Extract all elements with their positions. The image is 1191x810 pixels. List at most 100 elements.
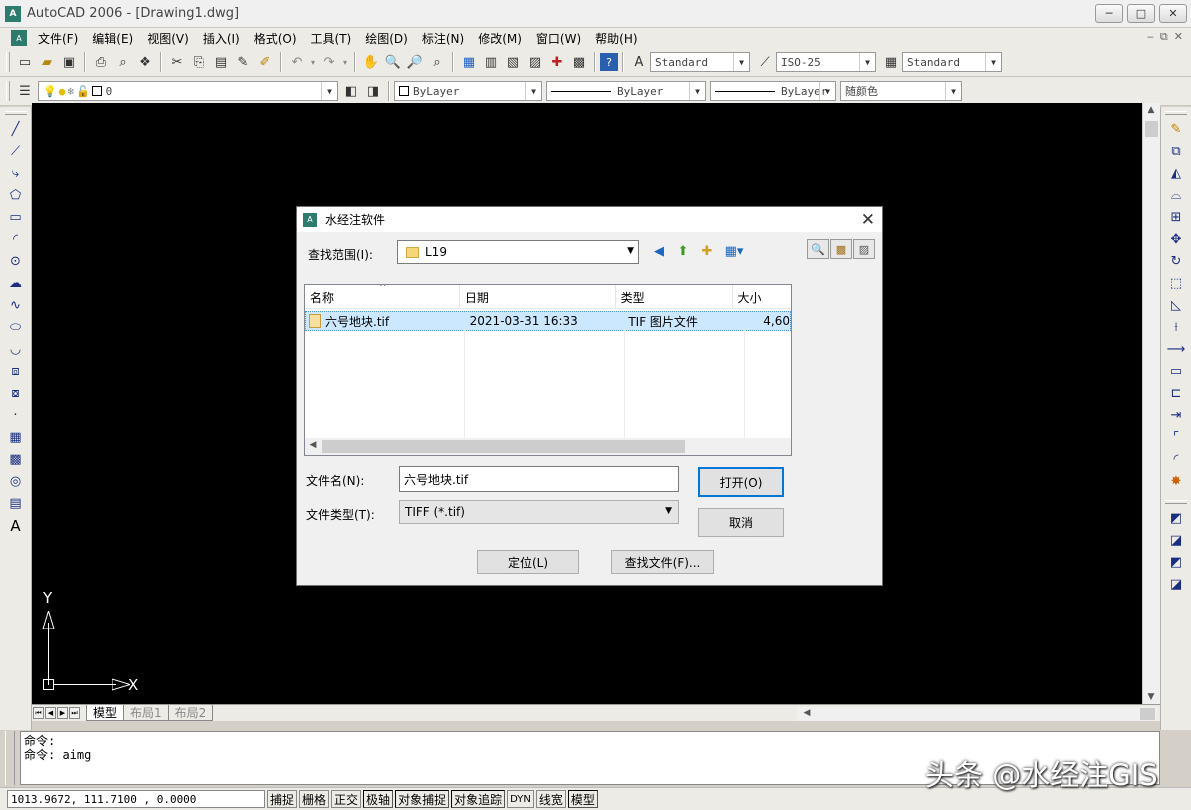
scroll-down-icon[interactable]: ▼ bbox=[1143, 692, 1159, 702]
rotate-icon[interactable]: ↻ bbox=[1164, 251, 1188, 272]
break-icon[interactable]: ⊏ bbox=[1164, 383, 1188, 404]
scroll-left-icon[interactable]: ◀ bbox=[305, 440, 321, 450]
draworder-below-icon[interactable]: ◪ bbox=[1164, 574, 1188, 595]
find-file-button[interactable]: 查找文件(F)... bbox=[611, 550, 714, 574]
file-list-horizontal-scrollbar[interactable]: ◀ bbox=[305, 438, 791, 455]
layer-manager-icon[interactable]: ☰ bbox=[14, 80, 36, 102]
polygon-icon[interactable]: ⬠ bbox=[4, 185, 28, 206]
menu-insert[interactable]: 插入(I) bbox=[196, 30, 247, 47]
dyn-toggle[interactable]: DYN bbox=[507, 790, 534, 808]
rectangle-icon[interactable]: ▭ bbox=[4, 207, 28, 228]
sheet-set-icon[interactable]: ▨ bbox=[524, 51, 546, 73]
match-properties-icon[interactable]: ✎ bbox=[232, 51, 254, 73]
menu-edit[interactable]: 编辑(E) bbox=[85, 30, 140, 47]
polar-toggle[interactable]: 极轴 bbox=[363, 790, 394, 808]
file-row[interactable]: 六号地块.tif 2021-03-31 16:33 TIF 图片文件 4,60 bbox=[305, 311, 791, 331]
dim-style-select[interactable]: ISO-25 ▼ bbox=[776, 52, 876, 72]
document-icon[interactable]: A bbox=[11, 30, 27, 46]
filename-input[interactable]: 六号地块.tif bbox=[399, 466, 679, 492]
lookin-select[interactable]: L19 ▼ bbox=[397, 240, 639, 264]
print-icon[interactable]: ⎙ bbox=[90, 51, 112, 73]
tool-palettes-icon[interactable]: ▧ bbox=[502, 51, 524, 73]
tab-prev-icon[interactable]: ◀ bbox=[45, 707, 56, 719]
erase-icon[interactable]: ✎ bbox=[1164, 119, 1188, 140]
hatch-icon[interactable]: ▦ bbox=[4, 427, 28, 448]
cut-icon[interactable]: ✂ bbox=[166, 51, 188, 73]
markup-icon[interactable]: ✚ bbox=[546, 51, 568, 73]
line-icon[interactable]: ╱ bbox=[4, 119, 28, 140]
construction-line-icon[interactable]: ⟋ bbox=[4, 141, 28, 162]
coordinate-readout[interactable]: 1013.9672, 111.7100 , 0.0000 bbox=[7, 790, 265, 808]
close-button[interactable]: ✕ bbox=[1159, 4, 1187, 23]
mirror-icon[interactable]: ◭ bbox=[1164, 163, 1188, 184]
menu-view[interactable]: 视图(V) bbox=[140, 30, 196, 47]
column-size[interactable]: 大小 bbox=[733, 285, 791, 309]
grid-toggle[interactable]: 栅格 bbox=[299, 790, 330, 808]
make-block-icon[interactable]: ⧇ bbox=[4, 383, 28, 404]
text-style-icon[interactable]: A bbox=[628, 51, 650, 73]
doc-restore-icon[interactable]: ⧉ bbox=[1160, 30, 1168, 44]
ellipse-arc-icon[interactable]: ◡ bbox=[4, 339, 28, 360]
chamfer-icon[interactable]: ⌜ bbox=[1164, 427, 1188, 448]
table-style-icon[interactable]: ▦ bbox=[880, 51, 902, 73]
menu-tools[interactable]: 工具(T) bbox=[304, 30, 359, 47]
canvas-vertical-scrollbar[interactable]: ▲ ▼ bbox=[1142, 103, 1160, 704]
dim-style-icon[interactable]: ⟋ bbox=[754, 51, 776, 73]
undo-icon[interactable]: ↶ bbox=[286, 51, 308, 73]
toolbar-grip[interactable] bbox=[4, 111, 27, 115]
redo-dropdown-icon[interactable]: ▾ bbox=[340, 51, 350, 73]
toolbar-grip[interactable] bbox=[6, 81, 10, 101]
scroll-thumb[interactable] bbox=[322, 440, 685, 453]
offset-icon[interactable]: ⌓ bbox=[1164, 185, 1188, 206]
insert-block-icon[interactable]: ⧈ bbox=[4, 361, 28, 382]
zoom-realtime-icon[interactable]: 🔍 bbox=[382, 51, 404, 73]
circle-icon[interactable]: ⊙ bbox=[4, 251, 28, 272]
doc-minimize-icon[interactable]: ‒ bbox=[1147, 30, 1154, 44]
canvas-horizontal-scrollbar[interactable]: ◀ bbox=[797, 707, 1157, 721]
extend-icon[interactable]: ⟶ bbox=[1164, 339, 1188, 360]
arc-icon[interactable]: ◜ bbox=[4, 229, 28, 250]
snap-toggle[interactable]: 捕捉 bbox=[267, 790, 298, 808]
toolbar-grip[interactable] bbox=[1165, 500, 1187, 504]
copy-icon[interactable]: ⎘ bbox=[188, 51, 210, 73]
color-select[interactable]: ByLayer ▼ bbox=[394, 81, 542, 101]
tab-first-icon[interactable]: ⏮ bbox=[33, 707, 44, 719]
linetype-select[interactable]: ByLayer ▼ bbox=[546, 81, 706, 101]
paste-icon[interactable]: ▤ bbox=[210, 51, 232, 73]
explode-icon[interactable]: ✸ bbox=[1164, 471, 1188, 492]
table-style-select[interactable]: Standard ▼ bbox=[902, 52, 1002, 72]
command-window-grip[interactable] bbox=[5, 731, 15, 785]
tab-model[interactable]: 模型 bbox=[86, 705, 125, 721]
lineweight-select[interactable]: ByLayer ▼ bbox=[710, 81, 836, 101]
tab-layout2[interactable]: 布局2 bbox=[167, 705, 214, 721]
point-icon[interactable]: · bbox=[4, 405, 28, 426]
block-editor-icon[interactable]: ✐ bbox=[254, 51, 276, 73]
make-current-layer-icon[interactable]: ◧ bbox=[340, 80, 362, 102]
cancel-button[interactable]: 取消 bbox=[698, 508, 784, 537]
menu-file[interactable]: 文件(F) bbox=[31, 30, 85, 47]
filetype-select[interactable]: TIFF (*.tif) ▼ bbox=[399, 500, 679, 524]
scroll-up-icon[interactable]: ▲ bbox=[1143, 105, 1159, 115]
maximize-button[interactable]: □ bbox=[1127, 4, 1155, 23]
tab-next-icon[interactable]: ▶ bbox=[57, 707, 68, 719]
column-date[interactable]: 日期 bbox=[460, 285, 616, 309]
calculator-icon[interactable]: ▩ bbox=[568, 51, 590, 73]
otrack-toggle[interactable]: 对象追踪 bbox=[451, 790, 506, 808]
spline-icon[interactable]: ∿ bbox=[4, 295, 28, 316]
design-center-icon[interactable]: ▥ bbox=[480, 51, 502, 73]
menu-draw[interactable]: 绘图(D) bbox=[358, 30, 415, 47]
multiline-text-icon[interactable]: A bbox=[4, 515, 28, 536]
copy-object-icon[interactable]: ⧉ bbox=[1164, 141, 1188, 162]
stretch-icon[interactable]: ◺ bbox=[1164, 295, 1188, 316]
scroll-thumb[interactable] bbox=[1145, 121, 1158, 137]
new-folder-icon[interactable]: ✚ bbox=[697, 241, 717, 261]
back-icon[interactable]: ◀ bbox=[649, 241, 669, 261]
table-icon[interactable]: ▤ bbox=[4, 493, 28, 514]
zoom-window-icon[interactable]: 🔎 bbox=[404, 51, 426, 73]
preview-tools-icon[interactable]: ▨ bbox=[853, 239, 875, 259]
dialog-close-button[interactable]: ✕ bbox=[861, 210, 875, 230]
text-style-select[interactable]: Standard ▼ bbox=[650, 52, 750, 72]
menu-modify[interactable]: 修改(M) bbox=[471, 30, 529, 47]
plotstyle-select[interactable]: 随颜色 ▼ bbox=[840, 81, 962, 101]
minimize-button[interactable]: ─ bbox=[1095, 4, 1123, 23]
